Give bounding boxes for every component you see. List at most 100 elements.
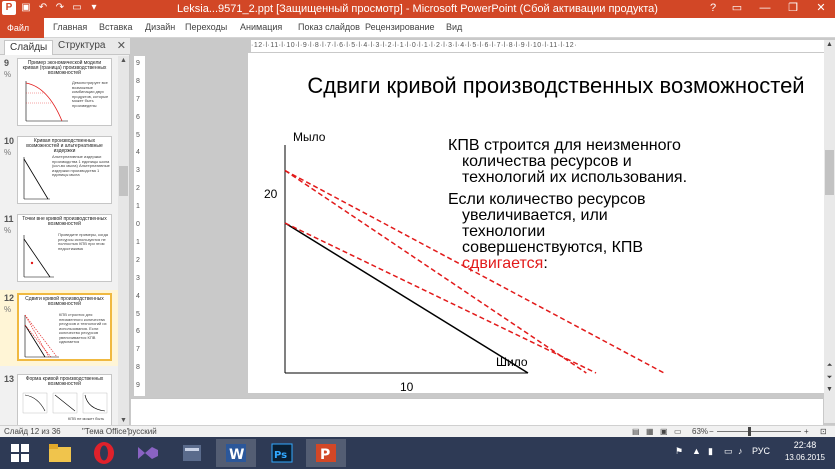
tray-arrow-icon[interactable]: ▲ [692, 446, 701, 456]
taskbar-opera[interactable] [84, 439, 124, 467]
slides-pane: Слайды Структура ✕ 9 % Пример экономичес… [0, 38, 130, 425]
tray-battery-icon[interactable]: ▭ [724, 446, 733, 457]
theme-name: "Тема Office" [82, 427, 130, 436]
slide-thumbnail-9[interactable]: 9 % Пример экономической модели кривая (… [0, 58, 118, 128]
thumb-text: КПВ не может быть [68, 416, 105, 421]
tab-transitions[interactable]: Переходы [185, 22, 227, 32]
slide-title[interactable]: Сдвиги кривой производственных возможнос… [278, 73, 834, 99]
slides-pane-scrollbar[interactable]: ▲ ▼ [118, 56, 129, 425]
restore-button[interactable]: ❐ [779, 0, 807, 18]
slide-thumbnail-11[interactable]: 11 % Точки вне кривой производственных в… [0, 214, 118, 284]
scroll-thumb[interactable] [119, 166, 128, 196]
taskbar-powerpoint[interactable]: P [306, 439, 346, 467]
tray-network-icon[interactable]: ▮ [708, 446, 713, 457]
thumb-text: КПВ строится для неизменного количества … [59, 312, 107, 344]
tab-home[interactable]: Главная [53, 22, 87, 32]
fit-slide-icon[interactable]: ⊡ [820, 427, 827, 436]
slide-number: 9 [4, 58, 10, 68]
slides-pane-tabs: Слайды Структура ✕ [0, 38, 130, 55]
taskbar-explorer[interactable] [40, 439, 80, 467]
input-language[interactable]: РУС [752, 446, 770, 456]
scroll-down-icon[interactable]: ▼ [118, 417, 129, 424]
tray-volume-icon[interactable]: ♪ [738, 446, 743, 456]
reading-view-icon[interactable]: ▣ [660, 427, 668, 436]
slide-canvas[interactable]: Сдвиги кривой производственных возможнос… [248, 53, 834, 394]
ruler-tick-label: 7 [136, 95, 140, 103]
y-tick-label: 20 [264, 187, 278, 201]
scroll-thumb[interactable] [825, 150, 834, 195]
tray-flag-icon[interactable]: ⚑ [675, 446, 683, 457]
zoom-slider-knob[interactable] [748, 427, 751, 436]
ruler-tick-label: 2 [136, 256, 140, 264]
ruler-tick-label: 5 [136, 131, 140, 139]
zoom-slider[interactable] [717, 431, 801, 432]
x-tick-label: 10 [400, 380, 414, 394]
slide-number: 10 [4, 136, 15, 146]
ruler-tick-label: 5 [136, 310, 140, 318]
tab-slideshow[interactable]: Показ слайдов [298, 22, 360, 32]
tab-design[interactable]: Дизайн [145, 22, 175, 32]
para2-text: Если количество ресурсов увеличивается, … [448, 191, 646, 256]
ruler-tick-label: 6 [136, 113, 140, 121]
system-clock[interactable]: 22:48 13.06.2015 [782, 440, 828, 462]
visual-studio-icon [138, 447, 158, 459]
clock-time: 22:48 [793, 440, 817, 450]
windows-taskbar: W Ps P ⚑ ▲ ▮ ▭ ♪ РУС 22:48 13.06.2015 [0, 437, 835, 469]
horizontal-ruler: ·12·l·11·l·10·l·9·l·8·l·7·l·6·l·5·l·4·l·… [251, 40, 833, 52]
slide-thumbnail-10[interactable]: 10 % Кривая производственных возможносте… [0, 136, 118, 206]
slideshow-view-icon[interactable]: ▭ [674, 427, 682, 436]
ruler-tick-label: 9 [136, 60, 140, 67]
thumb-text: Демонстрирует все возможные комбинации д… [72, 80, 109, 108]
notes-pane[interactable] [131, 398, 823, 425]
opera-icon [94, 442, 114, 464]
thumb-text: Альтернативные издержки производства 1 е… [52, 154, 110, 177]
x-axis-label: Шило [496, 355, 528, 369]
animation-icon: % [4, 305, 12, 314]
status-bar: Слайд 12 из 36 "Тема Office" русский ▤ ▦… [0, 425, 835, 437]
tab-review[interactable]: Рецензирование [365, 22, 435, 32]
start-button[interactable] [0, 439, 40, 467]
ruler-tick-label: 7 [136, 346, 140, 354]
slide-thumbnail-13[interactable]: 13 Форма кривой производственных возможн… [0, 374, 118, 425]
ruler-tick-label: 3 [136, 167, 140, 175]
tab-animations[interactable]: Анимация [240, 22, 282, 32]
scroll-up-icon[interactable]: ▲ [824, 41, 835, 48]
zoom-level[interactable]: 63% [692, 427, 708, 436]
ruler-tick-label: 2 [136, 185, 140, 193]
powerpoint-icon: P [316, 444, 336, 463]
zoom-out-button[interactable]: − [709, 427, 714, 436]
scroll-up-icon[interactable]: ▲ [118, 57, 129, 64]
tab-slides[interactable]: Слайды [4, 40, 54, 55]
ruler-tick-label: 3 [136, 274, 140, 282]
editor-scrollbar[interactable]: ▲ ⏶ ⏷ ▼ [824, 40, 835, 423]
slide-body-text[interactable]: КПВ строится для неизменного количества … [448, 138, 688, 278]
normal-view-icon[interactable]: ▤ [632, 427, 640, 436]
slide-number: 12 [4, 293, 15, 303]
taskbar-visual-studio[interactable] [128, 439, 168, 467]
thumb-text: Проведите примеры, когда ресурсы использ… [58, 232, 109, 251]
slide-card: Пример экономической модели кривая (гран… [17, 58, 112, 126]
taskbar-photoshop[interactable]: Ps [262, 439, 302, 467]
taskbar-word[interactable]: W [216, 439, 256, 467]
tab-view[interactable]: Вид [446, 22, 462, 32]
sorter-view-icon[interactable]: ▦ [646, 427, 654, 436]
scroll-down-icon[interactable]: ▼ [824, 386, 835, 393]
next-slide-icon[interactable]: ⏷ [824, 374, 835, 382]
help-button[interactable]: ? [703, 0, 723, 18]
tab-file[interactable]: Файл [0, 18, 44, 38]
tab-insert[interactable]: Вставка [99, 22, 132, 32]
vertical-ruler: 9 8 7 6 5 4 3 2 1 0 1 2 3 4 5 6 7 8 9 [134, 56, 145, 396]
slide-number: 11 [4, 214, 14, 224]
minimize-button[interactable]: — [751, 0, 779, 18]
slide-card: Сдвиги кривой производственных возможнос… [17, 293, 112, 361]
ruler-tick-label: 8 [136, 77, 140, 85]
close-icon[interactable]: ✕ [117, 39, 126, 52]
slide-thumbnail-12[interactable]: 12 % Сдвиги кривой производственных возм… [0, 290, 118, 366]
zoom-in-button[interactable]: + [804, 427, 809, 436]
taskbar-app[interactable] [172, 439, 212, 467]
tab-outline[interactable]: Структура [58, 40, 105, 51]
close-button[interactable]: ✕ [807, 0, 835, 18]
language[interactable]: русский [128, 427, 157, 436]
prev-slide-icon[interactable]: ⏶ [824, 362, 835, 370]
ribbon-display-button[interactable]: ▭ [723, 0, 751, 18]
